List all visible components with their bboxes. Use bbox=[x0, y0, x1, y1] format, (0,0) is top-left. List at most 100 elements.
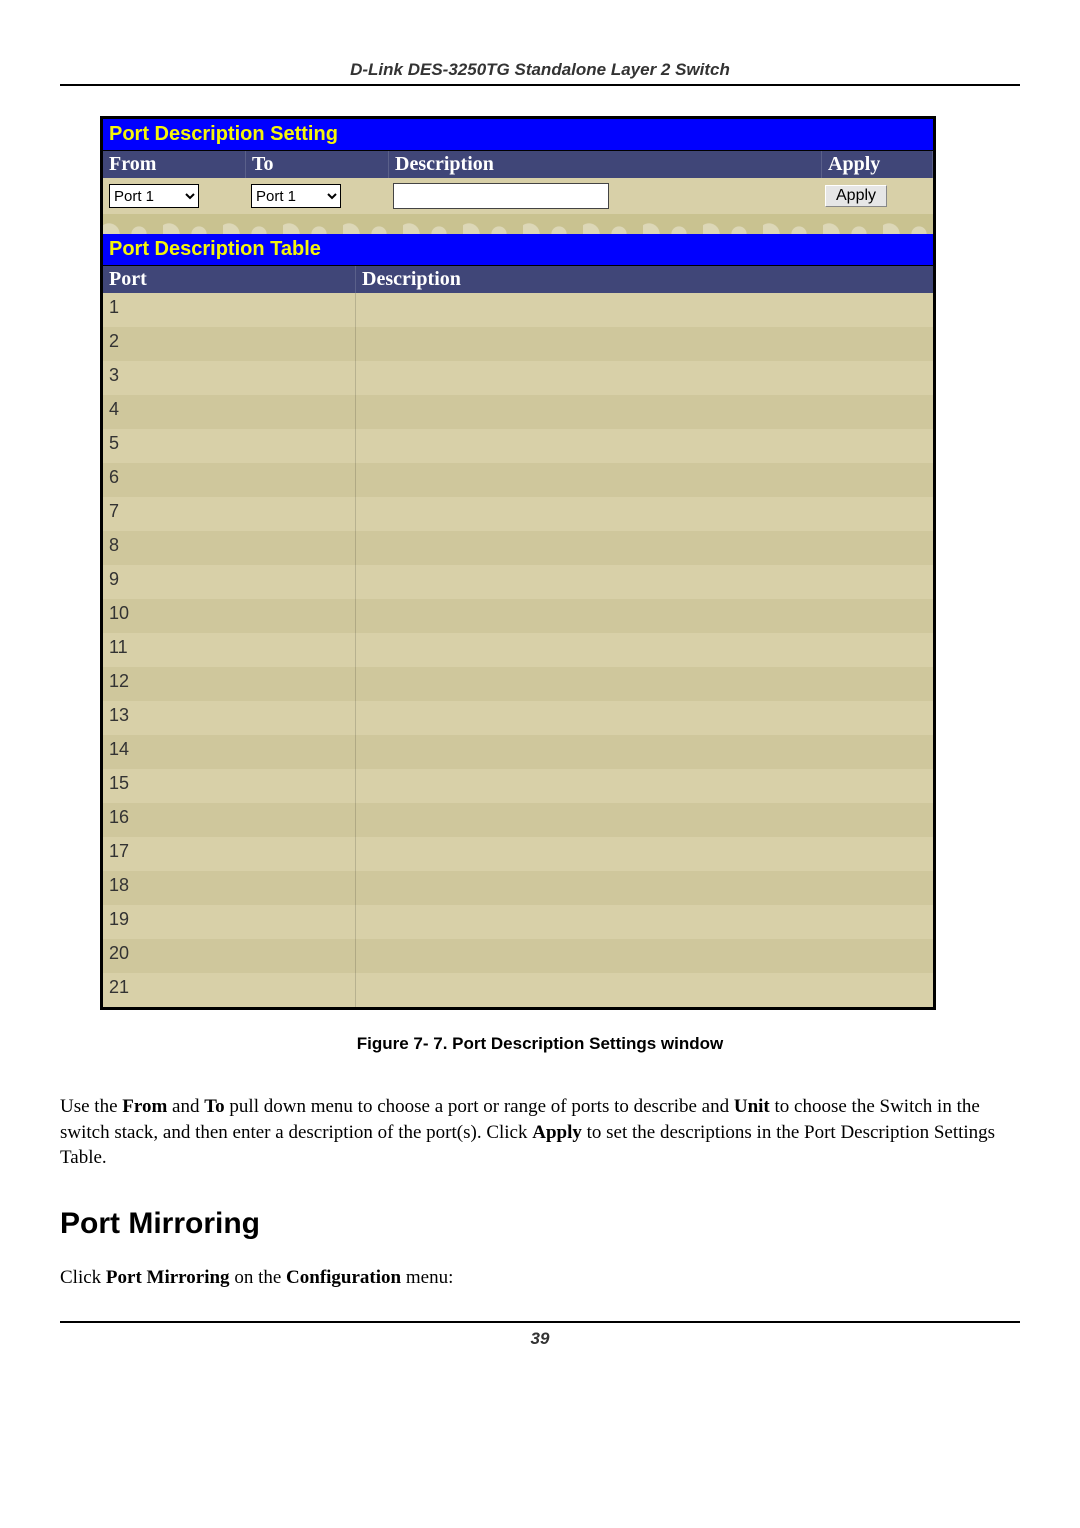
table-row: 5 bbox=[103, 429, 933, 463]
cell-description bbox=[356, 871, 933, 905]
footer-rule bbox=[60, 1321, 1020, 1323]
cell-port: 5 bbox=[103, 429, 356, 463]
cell-port: 14 bbox=[103, 735, 356, 769]
table-row: 9 bbox=[103, 565, 933, 599]
col-apply-label: Apply bbox=[822, 151, 933, 178]
cell-description bbox=[356, 769, 933, 803]
col-to-label: To bbox=[246, 151, 389, 178]
cell-description bbox=[356, 599, 933, 633]
cell-description bbox=[356, 803, 933, 837]
txt: menu: bbox=[401, 1267, 453, 1288]
table-row: 18 bbox=[103, 871, 933, 905]
table-row: 15 bbox=[103, 769, 933, 803]
table-title: Port Description Table bbox=[103, 234, 933, 266]
cell-port: 11 bbox=[103, 633, 356, 667]
port-rows-container: 123456789101112131415161718192021 bbox=[103, 293, 933, 1007]
th-port: Port bbox=[103, 266, 356, 293]
table-row: 12 bbox=[103, 667, 933, 701]
setting-row: Port 1 Port 1 Apply bbox=[103, 178, 933, 214]
cell-description bbox=[356, 293, 933, 327]
kw-from: From bbox=[122, 1096, 167, 1117]
table-row: 8 bbox=[103, 531, 933, 565]
col-desc-label: Description bbox=[389, 151, 822, 178]
usage-paragraph: Use the From and To pull down menu to ch… bbox=[60, 1094, 1020, 1171]
cell-port: 4 bbox=[103, 395, 356, 429]
header-rule bbox=[60, 84, 1020, 86]
kw-configuration: Configuration bbox=[286, 1267, 401, 1288]
doc-header: D-Link DES-3250TG Standalone Layer 2 Swi… bbox=[60, 60, 1020, 84]
txt: Use the bbox=[60, 1096, 122, 1117]
cell-port: 9 bbox=[103, 565, 356, 599]
cell-description bbox=[356, 531, 933, 565]
table-row: 10 bbox=[103, 599, 933, 633]
kw-unit: Unit bbox=[734, 1096, 770, 1117]
cell-port: 17 bbox=[103, 837, 356, 871]
cell-description bbox=[356, 565, 933, 599]
table-row: 2 bbox=[103, 327, 933, 361]
cell-description bbox=[356, 667, 933, 701]
cell-description bbox=[356, 395, 933, 429]
cell-description bbox=[356, 497, 933, 531]
cell-port: 8 bbox=[103, 531, 356, 565]
txt: and bbox=[167, 1096, 204, 1117]
kw-port-mirroring: Port Mirroring bbox=[106, 1267, 230, 1288]
cell-port: 20 bbox=[103, 939, 356, 973]
kw-to: To bbox=[204, 1096, 224, 1117]
table-row: 7 bbox=[103, 497, 933, 531]
setting-header-row: From To Description Apply bbox=[103, 151, 933, 178]
table-row: 1 bbox=[103, 293, 933, 327]
cell-port: 18 bbox=[103, 871, 356, 905]
table-row: 20 bbox=[103, 939, 933, 973]
table-row: 4 bbox=[103, 395, 933, 429]
cell-port: 21 bbox=[103, 973, 356, 1007]
th-desc: Description bbox=[356, 266, 933, 293]
figure-caption: Figure 7- 7. Port Description Settings w… bbox=[60, 1034, 1020, 1054]
kw-apply: Apply bbox=[532, 1122, 582, 1143]
cell-port: 19 bbox=[103, 905, 356, 939]
table-row: 14 bbox=[103, 735, 933, 769]
heading-port-mirroring: Port Mirroring bbox=[60, 1207, 1020, 1241]
cell-port: 13 bbox=[103, 701, 356, 735]
txt: pull down menu to choose a port or range… bbox=[225, 1096, 734, 1117]
port-description-window: Port Description Setting From To Descrip… bbox=[100, 116, 936, 1010]
cell-description bbox=[356, 939, 933, 973]
cell-port: 7 bbox=[103, 497, 356, 531]
cell-description bbox=[356, 633, 933, 667]
txt: on the bbox=[230, 1267, 286, 1288]
mirroring-paragraph: Click Port Mirroring on the Configuratio… bbox=[60, 1265, 1020, 1291]
from-select[interactable]: Port 1 bbox=[109, 184, 199, 208]
cell-port: 16 bbox=[103, 803, 356, 837]
table-row: 21 bbox=[103, 973, 933, 1007]
cell-description bbox=[356, 429, 933, 463]
cell-port: 10 bbox=[103, 599, 356, 633]
col-from-label: From bbox=[103, 151, 246, 178]
cell-description bbox=[356, 837, 933, 871]
table-row: 13 bbox=[103, 701, 933, 735]
cell-description bbox=[356, 905, 933, 939]
table-header-row: Port Description bbox=[103, 266, 933, 293]
table-row: 19 bbox=[103, 905, 933, 939]
cell-description bbox=[356, 327, 933, 361]
table-row: 6 bbox=[103, 463, 933, 497]
setting-title: Port Description Setting bbox=[103, 119, 933, 151]
cell-port: 6 bbox=[103, 463, 356, 497]
description-input[interactable] bbox=[393, 183, 609, 209]
table-row: 11 bbox=[103, 633, 933, 667]
cell-description bbox=[356, 361, 933, 395]
cell-port: 2 bbox=[103, 327, 356, 361]
divider bbox=[103, 214, 933, 234]
txt: Click bbox=[60, 1267, 106, 1288]
to-select[interactable]: Port 1 bbox=[251, 184, 341, 208]
cell-port: 1 bbox=[103, 293, 356, 327]
cell-description bbox=[356, 735, 933, 769]
cell-port: 15 bbox=[103, 769, 356, 803]
table-row: 17 bbox=[103, 837, 933, 871]
apply-button[interactable]: Apply bbox=[825, 185, 887, 207]
cell-description bbox=[356, 463, 933, 497]
cell-description bbox=[356, 701, 933, 735]
cell-description bbox=[356, 973, 933, 1007]
cell-port: 3 bbox=[103, 361, 356, 395]
cell-port: 12 bbox=[103, 667, 356, 701]
page-number: 39 bbox=[60, 1329, 1020, 1349]
table-row: 3 bbox=[103, 361, 933, 395]
